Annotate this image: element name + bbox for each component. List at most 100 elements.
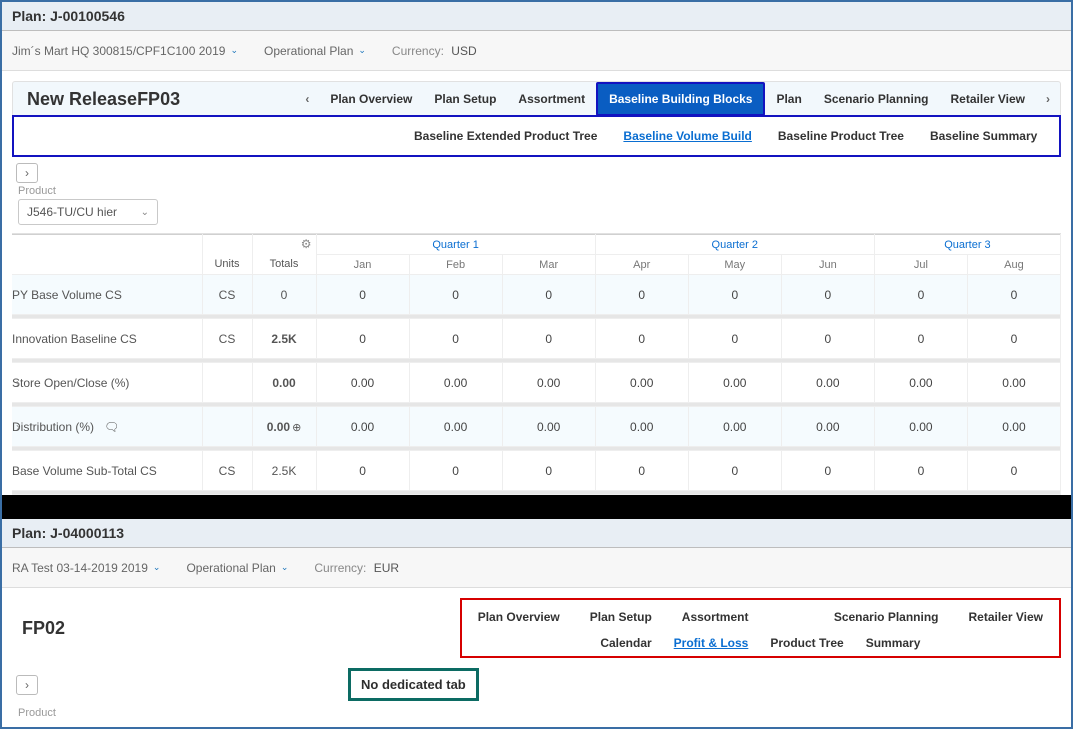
data-cell[interactable]: 0 [967, 319, 1060, 359]
currency-display: Currency: USD [392, 44, 477, 58]
plan-type-dropdown-lower[interactable]: Operational Plan ⌄ [186, 561, 288, 575]
currency-display-lower: Currency: EUR [314, 561, 399, 575]
tab-scroll-right[interactable]: › [1036, 92, 1060, 106]
data-cell[interactable]: 0 [688, 319, 781, 359]
data-cell[interactable]: 0.00 [409, 407, 502, 447]
comment-icon[interactable]: 🗨 [104, 420, 119, 434]
tab-assortment[interactable]: Assortment [507, 82, 596, 116]
data-cell[interactable]: 0.00 [502, 363, 595, 403]
lower-tab-scenario-planning[interactable]: Scenario Planning [828, 606, 945, 628]
data-cell[interactable]: 0 [781, 451, 874, 491]
panel-expand-toggle-lower[interactable]: › [16, 675, 38, 695]
lower-subtab-product-tree[interactable]: Product Tree [770, 636, 843, 650]
data-cell[interactable]: 0 [874, 275, 967, 315]
tab-baseline-building-blocks[interactable]: Baseline Building Blocks [596, 82, 765, 116]
data-cell[interactable]: 0.00 [874, 407, 967, 447]
tab-retailer-view[interactable]: Retailer View [940, 82, 1036, 116]
tab-scroll-left[interactable]: ‹ [295, 92, 319, 106]
data-cell[interactable]: 0.00 [967, 407, 1060, 447]
lower-tab-plan-setup[interactable]: Plan Setup [584, 606, 658, 628]
data-cell[interactable]: 0 [781, 275, 874, 315]
currency-value-lower: EUR [374, 561, 399, 575]
lower-tab-plan-overview[interactable]: Plan Overview [472, 606, 566, 628]
expand-icon[interactable]: › [16, 376, 20, 390]
subtab-baseline-product-tree[interactable]: Baseline Product Tree [778, 129, 904, 143]
data-cell[interactable]: 0 [409, 275, 502, 315]
unit-cell: CS [202, 451, 252, 491]
baseline-grid: Units ⚙ Totals Quarter 1 Quarter 2 Quart… [12, 233, 1061, 495]
unit-cell: CS [202, 275, 252, 315]
data-cell[interactable]: 0 [874, 451, 967, 491]
panel-expand-toggle[interactable]: › [16, 163, 38, 183]
units-header: Units [202, 235, 252, 275]
data-cell[interactable]: 0 [874, 319, 967, 359]
context-dropdown[interactable]: Jim´s Mart HQ 300815/CPF1C100 2019 ⌄ [12, 44, 238, 58]
data-cell[interactable]: 0.00 [316, 407, 409, 447]
table-row: ›Distribution (%)🗨0.00⊕0.000.000.000.000… [12, 407, 1061, 447]
data-cell[interactable]: 0 [688, 275, 781, 315]
expand-icon[interactable]: › [16, 420, 20, 434]
tab-plan[interactable]: Plan [765, 82, 812, 116]
context-bar-lower: RA Test 03-14-2019 2019 ⌄ Operational Pl… [2, 548, 1071, 588]
gear-icon[interactable]: ⚙ [301, 237, 312, 251]
data-cell[interactable]: 0.00 [316, 363, 409, 403]
data-cell[interactable]: 0.00 [874, 363, 967, 403]
subtab-baseline-summary[interactable]: Baseline Summary [930, 129, 1037, 143]
lower-subtab-summary[interactable]: Summary [866, 636, 921, 650]
lower-subtab-profit-loss[interactable]: Profit & Loss [674, 636, 749, 650]
product-label-lower: Product [18, 707, 1061, 719]
magnify-icon[interactable]: ⊕ [292, 422, 301, 434]
data-cell[interactable]: 0 [316, 275, 409, 315]
tab-scenario-planning[interactable]: Scenario Planning [813, 82, 940, 116]
data-cell[interactable]: 0 [502, 451, 595, 491]
tab-plan-overview[interactable]: Plan Overview [319, 82, 423, 116]
plan-type-label: Operational Plan [264, 44, 353, 58]
data-cell[interactable]: 0.00 [502, 407, 595, 447]
context-dropdown-label-lower: RA Test 03-14-2019 2019 [12, 561, 148, 575]
plan-id-lower: J-04000113 [50, 525, 124, 541]
row-label-text: Innovation Baseline CS [12, 332, 137, 346]
mar-header: Mar [502, 255, 595, 275]
release-title-lower: FP02 [12, 618, 342, 639]
lower-subtab-calendar[interactable]: Calendar [600, 636, 651, 650]
data-cell[interactable]: 0.00 [595, 363, 688, 403]
chevron-down-icon: ⌄ [153, 562, 161, 573]
data-cell[interactable]: 0 [316, 319, 409, 359]
data-cell[interactable]: 0 [967, 275, 1060, 315]
plan-type-dropdown[interactable]: Operational Plan ⌄ [264, 44, 366, 58]
top-pane: Plan: J-00100546 Jim´s Mart HQ 300815/CP… [2, 2, 1071, 495]
data-cell[interactable]: 0 [688, 451, 781, 491]
data-cell[interactable]: 0.00 [967, 363, 1060, 403]
data-cell[interactable]: 0.00 [688, 363, 781, 403]
data-cell[interactable]: 0 [316, 451, 409, 491]
data-cell[interactable]: 0.00 [781, 407, 874, 447]
data-cell[interactable]: 0 [595, 451, 688, 491]
data-cell[interactable]: 0.00 [781, 363, 874, 403]
subtab-baseline-extended-product-tree[interactable]: Baseline Extended Product Tree [414, 129, 597, 143]
lower-tab-assortment[interactable]: Assortment [676, 606, 755, 628]
data-cell[interactable]: 0 [781, 319, 874, 359]
data-cell[interactable]: 0.00 [595, 407, 688, 447]
data-cell[interactable]: 0 [409, 319, 502, 359]
data-cell[interactable]: 0.00 [409, 363, 502, 403]
data-cell[interactable]: 0 [595, 319, 688, 359]
subtab-baseline-volume-build[interactable]: Baseline Volume Build [623, 129, 751, 143]
context-dropdown-label: Jim´s Mart HQ 300815/CPF1C100 2019 [12, 44, 225, 58]
aug-header: Aug [967, 255, 1060, 275]
data-cell[interactable]: 0.00 [688, 407, 781, 447]
lower-tab-retailer-view[interactable]: Retailer View [963, 606, 1049, 628]
data-cell[interactable]: 0 [967, 451, 1060, 491]
context-dropdown-lower[interactable]: RA Test 03-14-2019 2019 ⌄ [12, 561, 160, 575]
data-cell[interactable]: 0 [502, 319, 595, 359]
tab-plan-setup[interactable]: Plan Setup [423, 82, 507, 116]
plan-title-prefix: Plan: [12, 8, 50, 24]
product-dropdown[interactable]: J546-TU/CU hier ⌄ [18, 199, 158, 225]
data-cell[interactable]: 0 [409, 451, 502, 491]
plan-title-bar: Plan: J-00100546 [2, 2, 1071, 31]
data-cell[interactable]: 0 [502, 275, 595, 315]
context-bar: Jim´s Mart HQ 300815/CPF1C100 2019 ⌄ Ope… [2, 31, 1071, 71]
lower-tab-plan[interactable]: Plan [772, 606, 809, 628]
annotation-tab-box: Plan Overview Plan Setup Assortment Plan… [460, 598, 1061, 658]
data-cell[interactable]: 0 [595, 275, 688, 315]
row-label-text: PY Base Volume CS [12, 288, 122, 302]
